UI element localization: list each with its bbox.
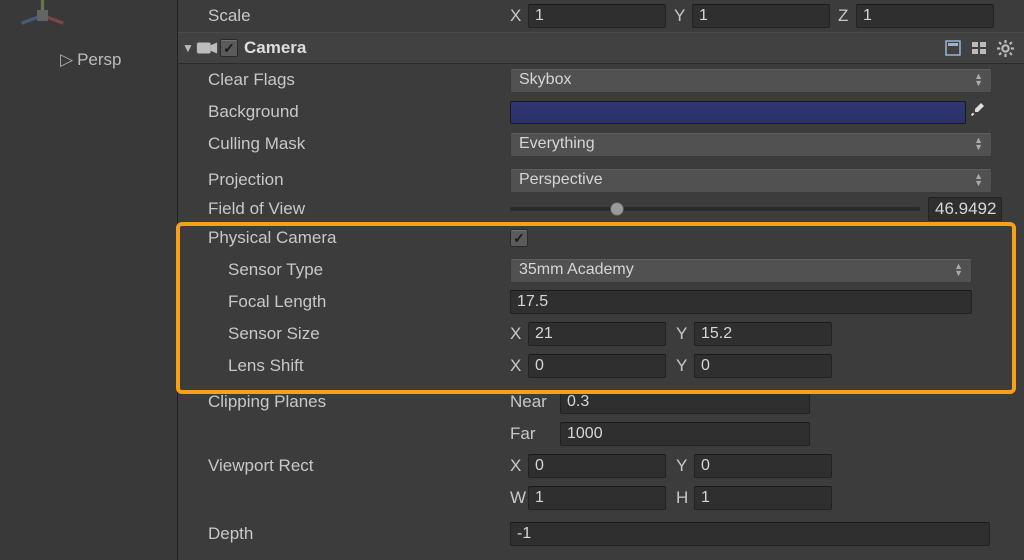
projection-label: Projection [200, 170, 510, 190]
chevron-updown-icon: ▲▼ [974, 137, 983, 151]
physical-camera-label: Physical Camera [200, 228, 510, 248]
clear-flags-label: Clear Flags [200, 70, 510, 90]
scale-z-input[interactable] [856, 4, 994, 28]
axis-h-label: H [676, 488, 694, 508]
projection-value: Perspective [519, 171, 603, 189]
viewport-rect-label: Viewport Rect [200, 456, 510, 476]
clear-flags-row: Clear Flags Skybox ▲▼ [178, 64, 1024, 96]
culling-mask-label: Culling Mask [200, 134, 510, 154]
background-color-field[interactable] [510, 101, 966, 124]
sensor-size-label: Sensor Size [200, 324, 510, 344]
sensor-size-y-input[interactable] [694, 322, 832, 346]
viewport-rect-row: Viewport Rect X Y [178, 450, 1024, 482]
clipping-planes-label: Clipping Planes [200, 392, 510, 412]
physical-camera-row: Physical Camera [178, 222, 1024, 254]
sensor-type-label: Sensor Type [200, 260, 510, 280]
culling-mask-value: Everything [519, 135, 595, 153]
slider-thumb-icon[interactable] [610, 202, 624, 216]
fov-row: Field of View 46.9492 [178, 196, 1024, 222]
clipping-near-input[interactable] [560, 390, 810, 414]
depth-input[interactable] [510, 522, 990, 546]
foldout-icon[interactable]: ▼ [182, 41, 194, 55]
gear-icon[interactable] [996, 39, 1014, 57]
culling-mask-row: Culling Mask Everything ▲▼ [178, 128, 1024, 160]
viewport-h-input[interactable] [694, 486, 832, 510]
preset-icon[interactable] [970, 39, 988, 57]
physical-camera-checkbox[interactable] [510, 229, 528, 247]
clipping-far-row: Far [178, 418, 1024, 450]
scale-label: Scale [200, 6, 510, 26]
sensor-type-value: 35mm Academy [519, 261, 634, 279]
axis-w-label: W [510, 488, 528, 508]
projection-dropdown[interactable]: Perspective ▲▼ [510, 168, 992, 193]
clipping-planes-row: Clipping Planes Near [178, 386, 1024, 418]
eyedropper-icon[interactable] [966, 102, 988, 123]
depth-label: Depth [200, 524, 510, 544]
sensor-type-dropdown[interactable]: 35mm Academy ▲▼ [510, 258, 972, 283]
near-label: Near [510, 392, 560, 412]
chevron-updown-icon: ▲▼ [974, 73, 983, 87]
axis-x-label: X [510, 324, 528, 344]
background-label: Background [200, 102, 510, 122]
sensor-size-row: Sensor Size X Y [178, 318, 1024, 350]
clear-flags-value: Skybox [519, 71, 571, 89]
camera-icon [196, 39, 218, 57]
background-row: Background [178, 96, 1024, 128]
sensor-type-row: Sensor Type 35mm Academy ▲▼ [178, 254, 1024, 286]
clipping-far-input[interactable] [560, 422, 810, 446]
lens-shift-y-input[interactable] [694, 354, 832, 378]
axis-y-label: Y [676, 456, 694, 476]
culling-mask-dropdown[interactable]: Everything ▲▼ [510, 132, 992, 157]
viewport-y-input[interactable] [694, 454, 832, 478]
scale-row: Scale X Y Z [178, 0, 1024, 32]
camera-component-header[interactable]: ▼ Camera [178, 32, 1024, 64]
lens-shift-x-input[interactable] [528, 354, 666, 378]
axis-z-label: Z [838, 6, 856, 26]
chevron-updown-icon: ▲▼ [974, 173, 983, 187]
chevron-updown-icon: ▲▼ [954, 263, 963, 277]
sensor-size-x-input[interactable] [528, 322, 666, 346]
lens-shift-row: Lens Shift X Y [178, 350, 1024, 382]
focal-length-label: Focal Length [200, 292, 510, 312]
reference-icon[interactable] [944, 39, 962, 57]
viewport-wh-row: W H [178, 482, 1024, 514]
viewport-w-input[interactable] [528, 486, 666, 510]
projection-row: Projection Perspective ▲▼ [178, 164, 1024, 196]
clear-flags-dropdown[interactable]: Skybox ▲▼ [510, 68, 992, 93]
depth-row: Depth [178, 518, 1024, 550]
fov-slider[interactable] [510, 200, 920, 218]
scale-x-input[interactable] [528, 4, 666, 28]
axis-x-label: X [510, 456, 528, 476]
focal-length-row: Focal Length [178, 286, 1024, 318]
focal-length-input[interactable] [510, 290, 972, 314]
fov-label: Field of View [200, 199, 510, 219]
axis-x-label: X [510, 6, 528, 26]
inspector-panel: Scale X Y Z ▼ Camera Clear Flags [178, 0, 1024, 560]
camera-enabled-checkbox[interactable] [220, 39, 238, 57]
scene-view-panel: ◁Persp [0, 0, 178, 560]
viewport-x-input[interactable] [528, 454, 666, 478]
axis-y-label: Y [676, 356, 694, 376]
axis-y-label: Y [676, 324, 694, 344]
camera-title: Camera [244, 38, 306, 58]
scale-y-input[interactable] [692, 4, 830, 28]
axis-y-label: Y [674, 6, 692, 26]
lens-shift-label: Lens Shift [200, 356, 510, 376]
axis-x-label: X [510, 356, 528, 376]
view-mode-label[interactable]: ◁Persp [60, 50, 122, 70]
persp-text: Persp [77, 50, 121, 69]
fov-value-input[interactable]: 46.9492 [928, 197, 1002, 221]
orientation-gizmo-icon[interactable] [15, 0, 70, 43]
far-label: Far [510, 424, 560, 444]
